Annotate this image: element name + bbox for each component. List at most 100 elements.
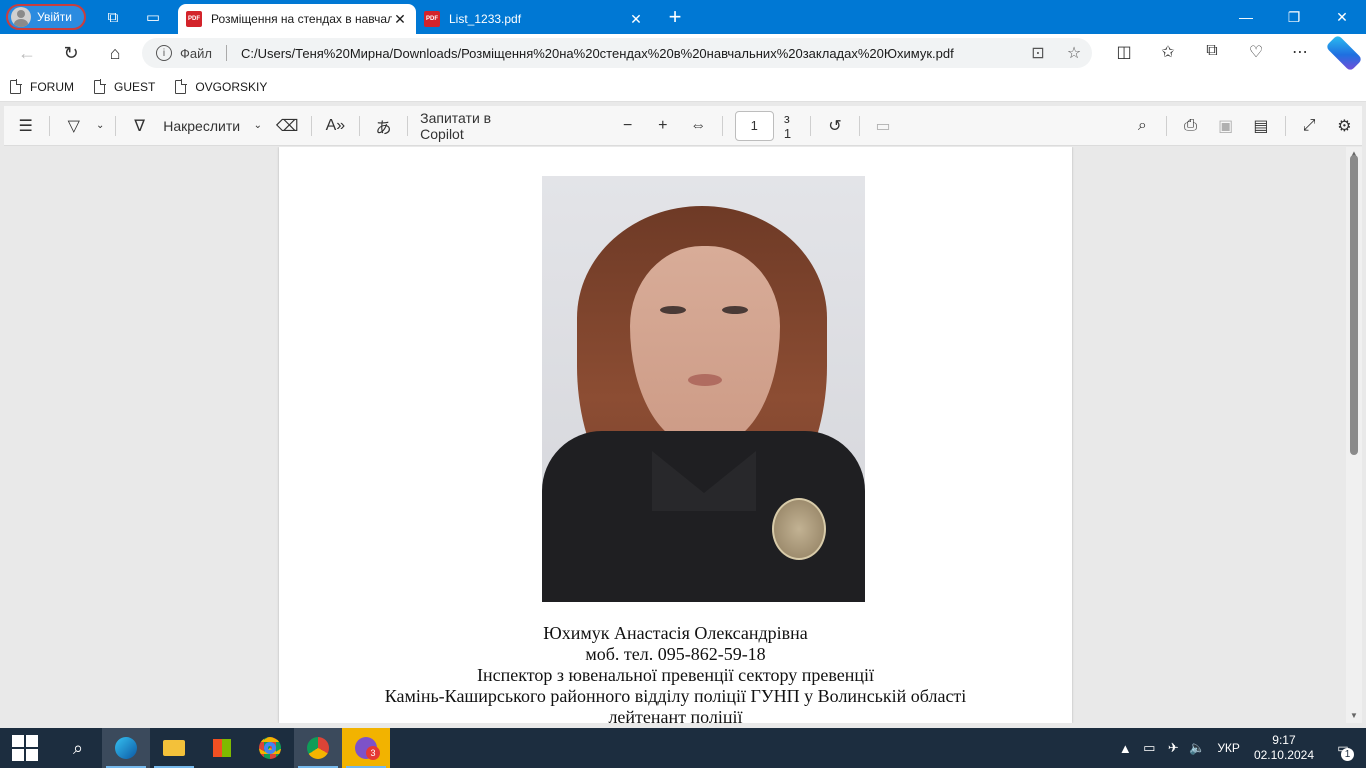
pdf-file-icon: PDF [424, 11, 440, 27]
start-button[interactable] [0, 728, 50, 768]
highlight-icon[interactable]: ▽ [56, 106, 91, 146]
chevron-down-icon[interactable]: ⌄ [246, 106, 269, 146]
window-controls: — ❐ ✕ [1222, 0, 1366, 34]
more-menu-icon[interactable]: ⋯ [1278, 42, 1322, 64]
back-button[interactable]: ← [8, 38, 46, 68]
caption-name: Юхимук Анастасія Олександрівна [543, 623, 808, 643]
favorites-icon[interactable]: ✩ [1146, 42, 1190, 64]
clock[interactable]: 9:17 02.10.2024 [1254, 733, 1314, 763]
favorite-star-icon[interactable]: ☆ [1056, 43, 1092, 63]
chevron-up-icon[interactable]: ▲ [1113, 741, 1137, 756]
language-indicator[interactable]: УКР [1217, 741, 1240, 755]
search-icon[interactable]: ⌕ [1125, 106, 1160, 146]
pdf-file-icon: PDF [186, 11, 202, 27]
divider [1165, 115, 1167, 136]
edge-app-icon[interactable] [102, 728, 150, 768]
pdf-toolbar: ☰ ▽ ⌄ ∇ Накреслити ⌄ ⌫ A» あ Запитати в C… [4, 106, 1362, 146]
scroll-down-icon[interactable]: ▼ [1346, 709, 1362, 723]
tab-actions-icon[interactable]: ▭ [138, 2, 168, 32]
favorite-item[interactable]: FORUM [10, 78, 74, 94]
viber-icon[interactable]: 3 [342, 728, 390, 768]
windows-taskbar: ⌕ 3 ▲ ▭ ✈ 🔈 УКР 9:17 02.10.2024 ▭ 1 [0, 728, 1366, 768]
close-tab-icon[interactable]: ✕ [392, 11, 408, 28]
info-icon[interactable]: i [156, 45, 172, 61]
divider [115, 115, 117, 136]
rotate-icon[interactable]: ↺ [817, 106, 852, 146]
clock-date: 02.10.2024 [1253, 748, 1314, 762]
tab-active-pdf[interactable]: PDF Розміщення на стендах в навчальних з… [178, 4, 416, 34]
performance-icon[interactable]: ♡ [1234, 42, 1278, 64]
tab-label: List_1233.pdf [449, 12, 522, 26]
url-field[interactable]: i Файл C:/Users/Теня%20Мирна/Downloads/Р… [142, 38, 1092, 68]
save-as-icon[interactable]: ▤ [1243, 106, 1278, 146]
refresh-button[interactable]: ↻ [52, 38, 90, 68]
volume-icon[interactable]: 🔈 [1185, 740, 1209, 756]
eraser-icon[interactable]: ⌫ [270, 106, 305, 146]
person-caption: Юхимук Анастасія Олександрівна моб. тел.… [279, 623, 1072, 723]
scroll-thumb[interactable] [1350, 155, 1358, 455]
favorite-item[interactable]: OVGORSKIY [175, 78, 268, 94]
police-badge-icon [772, 498, 826, 560]
store-icon[interactable] [198, 728, 246, 768]
airplane-icon[interactable]: ✈ [1161, 740, 1185, 756]
divider [721, 115, 723, 136]
draw-icon[interactable]: ∇ [122, 106, 157, 146]
search-icon[interactable]: ⌕ [54, 728, 102, 768]
print-icon[interactable]: ⎙ [1173, 106, 1208, 146]
page-number-input[interactable]: 1 [734, 110, 774, 141]
restore-icon[interactable]: ❐ [1270, 0, 1318, 34]
close-window-icon[interactable]: ✕ [1318, 0, 1366, 34]
divider [858, 115, 860, 136]
url-scheme: Файл [180, 45, 212, 61]
page-total: з 1 [783, 110, 792, 141]
read-aloud-icon[interactable]: A» [318, 106, 353, 146]
address-bar: ← ↻ ⌂ i Файл C:/Users/Теня%20Мирна/Downl… [0, 34, 1366, 72]
favorite-label: FORUM [30, 79, 74, 94]
minimize-icon[interactable]: — [1222, 0, 1270, 34]
copilot-icon[interactable] [1322, 34, 1366, 72]
tab-list-pdf[interactable]: PDF List_1233.pdf ✕ [416, 4, 652, 34]
zoom-in-icon[interactable]: + [645, 106, 680, 146]
save-icon[interactable]: ▣ [1208, 106, 1243, 146]
new-tab-button[interactable]: + [658, 4, 692, 30]
chrome-profile-icon[interactable] [294, 728, 342, 768]
profile-label: Увійти [37, 10, 72, 24]
workspaces-icon[interactable]: ⧉ [98, 2, 128, 32]
close-tab-icon[interactable]: ✕ [628, 11, 644, 28]
file-explorer-icon[interactable] [150, 728, 198, 768]
settings-gear-icon[interactable]: ⚙ [1327, 106, 1362, 146]
url-text: C:/Users/Теня%20Мирна/Downloads/Розміщен… [240, 45, 954, 61]
translate-icon[interactable]: あ [366, 106, 401, 146]
contents-icon[interactable]: ☰ [8, 106, 43, 146]
battery-icon[interactable]: ▭ [1137, 740, 1161, 756]
chevron-down-icon[interactable]: ⌄ [91, 106, 109, 146]
read-aloud-icon[interactable]: ⊡ [1020, 43, 1056, 63]
fullscreen-icon[interactable]: ⤢ [1292, 106, 1327, 146]
split-screen-icon[interactable]: ◫ [1102, 42, 1146, 64]
divider [49, 115, 51, 136]
page-view-icon[interactable]: ▭ [865, 106, 900, 146]
zoom-out-icon[interactable]: − [610, 106, 645, 146]
fit-page-icon[interactable]: ⇔ [680, 106, 715, 146]
portrait-photo [542, 176, 865, 602]
divider [1284, 115, 1286, 136]
favorite-label: OVGORSKIY [195, 79, 268, 94]
page-icon [175, 78, 188, 94]
avatar-icon [11, 7, 31, 27]
caption-phone: моб. тел. 095-862-59-18 [585, 644, 766, 664]
draw-button[interactable]: Накреслити [157, 106, 246, 146]
profile-button[interactable]: Увійти [6, 4, 86, 30]
caption-department: Камінь-Каширського районного відділу пол… [384, 686, 967, 706]
chrome-icon[interactable] [246, 728, 294, 768]
ask-copilot-button[interactable]: Запитати в Copilot [414, 106, 542, 146]
home-button[interactable]: ⌂ [96, 38, 134, 68]
system-tray: ▲ ▭ ✈ 🔈 УКР 9:17 02.10.2024 ▭ 1 [1113, 728, 1366, 768]
favorite-item[interactable]: GUEST [94, 78, 155, 94]
notification-icon[interactable]: ▭ 1 [1328, 728, 1358, 768]
divider [310, 115, 312, 136]
vertical-scrollbar[interactable]: ▲ ▼ [1346, 147, 1362, 723]
pdf-viewer[interactable]: Юхимук Анастасія Олександрівна моб. тел.… [4, 147, 1346, 723]
collections-icon[interactable]: ⧉ [1190, 42, 1234, 64]
notification-count: 1 [1341, 748, 1354, 761]
browser-toolbar-icons: ◫ ✩ ⧉ ♡ ⋯ [1102, 34, 1366, 72]
